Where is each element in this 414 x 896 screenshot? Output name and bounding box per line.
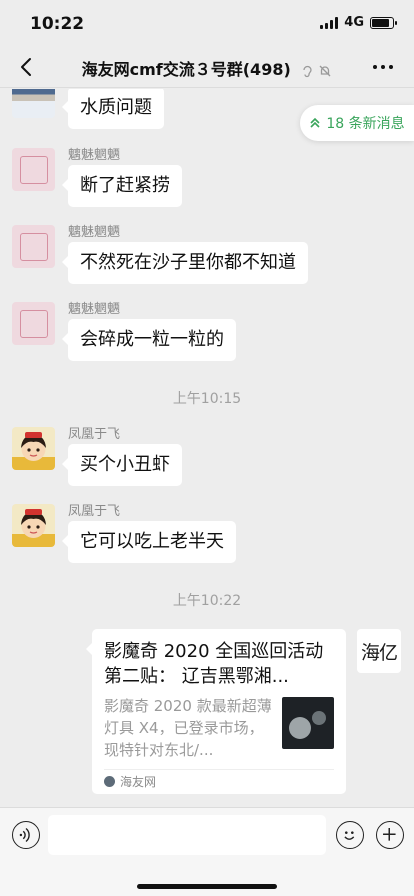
sender-name: 魑魅魍魉: [68, 225, 121, 240]
avatar[interactable]: [12, 225, 55, 268]
nav-bar: 海友网cmf交流３号群(498): [0, 46, 414, 88]
link-card-source: 海友网: [104, 770, 334, 792]
battery-icon: [370, 16, 397, 29]
timestamp: 上午10:15: [172, 391, 242, 407]
emoji-icon[interactable]: [336, 821, 364, 849]
chat-title-row[interactable]: 海友网cmf交流３号群(498): [0, 56, 414, 80]
avatar[interactable]: [12, 504, 55, 547]
avatar[interactable]: [12, 89, 55, 118]
link-card-title: 影魔奇 2020 全国巡回活动第二贴： 辽吉黑鄂湘...: [104, 641, 324, 687]
message-bubble[interactable]: 它可以吃上老半天: [62, 521, 236, 563]
source-logo-icon: [104, 775, 115, 787]
status-time: 10:22: [30, 14, 85, 34]
new-messages-button[interactable]: 18 条新消息: [300, 105, 414, 141]
double-chevron-up-icon: [310, 117, 320, 128]
more-icon[interactable]: [370, 54, 396, 80]
avatar[interactable]: [12, 427, 55, 470]
network-label: 4G: [344, 15, 364, 30]
link-card-description: 影魔奇 2020 款最新超薄灯具 X4，已登录市场，现特针对东北/...: [104, 697, 272, 759]
message-bubble[interactable]: 断了赶紧捞: [62, 165, 182, 207]
cartoon-avatar-icon: [12, 509, 55, 547]
input-bar: [0, 807, 414, 896]
avatar[interactable]: 海亿: [357, 629, 401, 673]
message-bubble[interactable]: 不然死在沙子里你都不知道: [62, 242, 308, 284]
ear-icon: [303, 65, 313, 77]
home-indicator: [137, 884, 277, 889]
voice-icon[interactable]: [12, 821, 40, 849]
message-bubble[interactable]: 水质问题: [62, 89, 164, 129]
mute-bell-icon: [319, 65, 331, 76]
link-card[interactable]: 影魔奇 2020 全国巡回活动第二贴： 辽吉黑鄂湘... 影魔奇 2020 款最…: [86, 629, 346, 794]
status-bar: 10:22 4G: [0, 0, 414, 46]
avatar[interactable]: [12, 302, 55, 345]
chat-title: 海友网cmf交流３号群(498): [81, 60, 291, 79]
timestamp: 上午10:22: [172, 593, 242, 609]
message-bubble[interactable]: 买个小丑虾: [62, 444, 182, 486]
sender-name: 凤凰于飞: [68, 427, 121, 442]
sender-name: 凤凰于飞: [68, 504, 121, 519]
chat-area[interactable]: 水质问题 18 条新消息 魑魅魍魉 断了赶紧捞 魑魅魍魉 不然死在沙子里你都不知…: [0, 89, 414, 807]
link-card-thumbnail: [282, 697, 334, 749]
new-messages-label: 18 条新消息: [326, 116, 405, 132]
message-input[interactable]: [48, 815, 326, 855]
cartoon-avatar-icon: [12, 432, 55, 470]
sender-name: 魑魅魍魉: [68, 148, 121, 163]
avatar[interactable]: [12, 148, 55, 191]
plus-icon[interactable]: [376, 821, 404, 849]
sender-name: 魑魅魍魉: [68, 302, 121, 317]
battery-fill: [372, 18, 389, 27]
signal-icon: [320, 16, 339, 29]
link-card-source-label: 海友网: [120, 774, 157, 789]
message-bubble[interactable]: 会碎成一粒一粒的: [62, 319, 236, 361]
status-indicators: 4G: [320, 15, 397, 30]
